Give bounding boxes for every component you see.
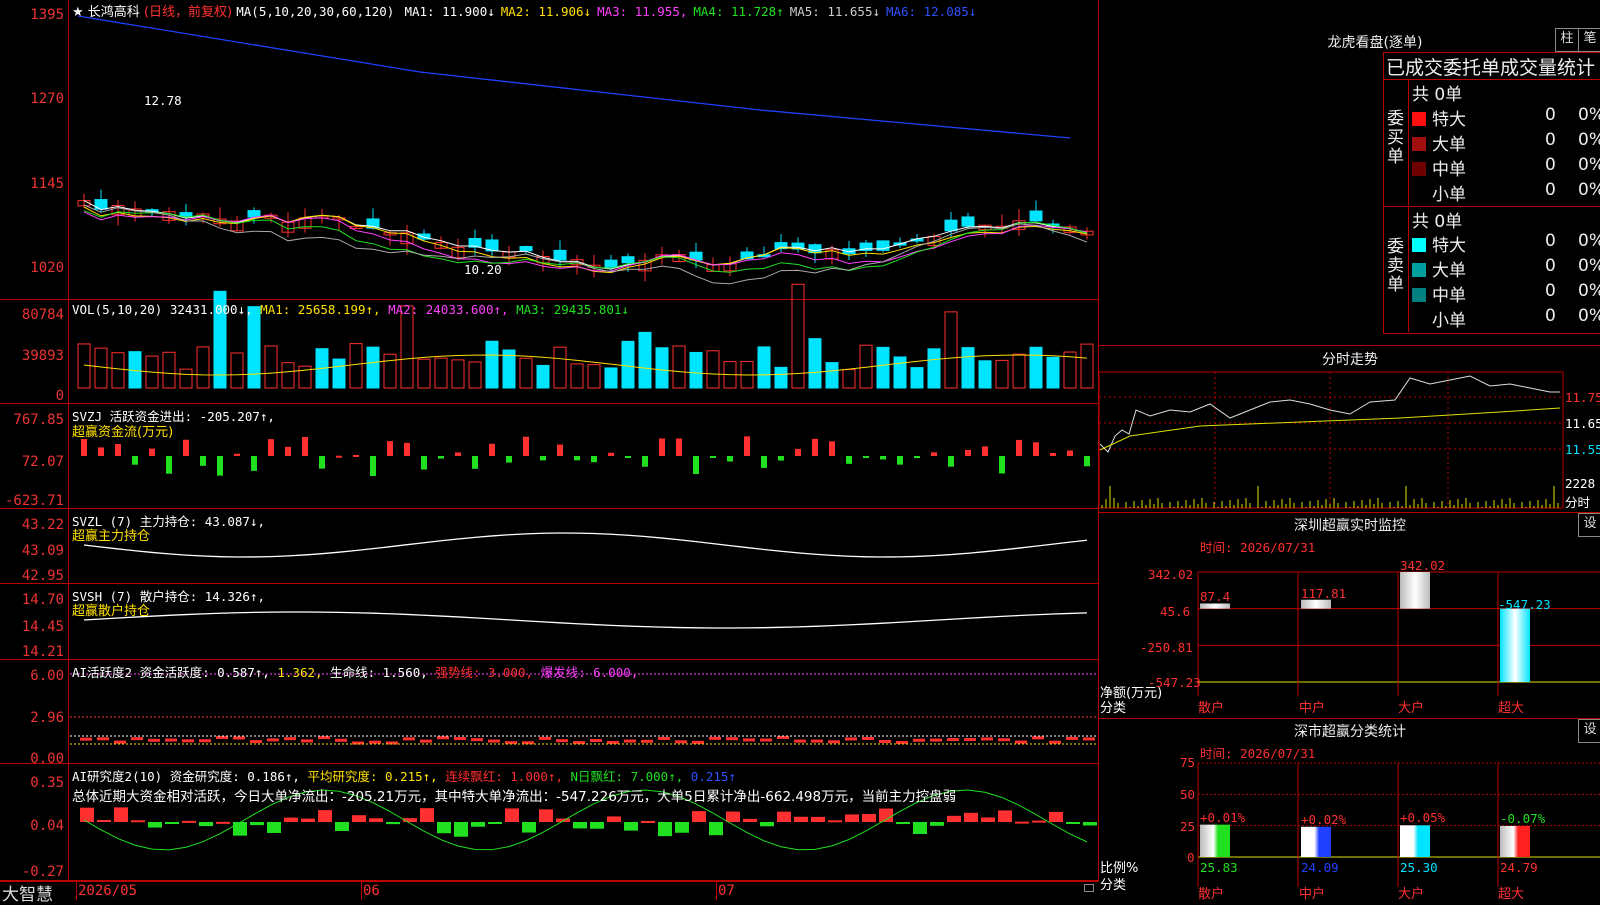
stats-change-label: +0.01% <box>1200 809 1246 825</box>
stats-category-label: 中户 <box>1299 887 1326 902</box>
stats-change-label: +0.02% <box>1301 811 1347 827</box>
stats-xlabel: 分类 <box>1100 878 1127 893</box>
monitor-category-label: 散户 <box>1198 701 1225 716</box>
monitor-value-label: 342.02 <box>1400 558 1446 573</box>
stats-category-label: 散户 <box>1198 887 1225 902</box>
stats-title: 深市超赢分类统计 <box>1294 724 1406 740</box>
stats-pct-label: 25.83 <box>1200 860 1238 875</box>
stats-pct-label: 25.30 <box>1400 860 1438 875</box>
stats-tick-1: 75 <box>1180 755 1196 770</box>
monitor-category-label: 超大 <box>1498 701 1525 716</box>
monitor-value-label: -547.23 <box>1498 596 1551 612</box>
monitor-tick-3: -250.81 <box>1140 640 1193 655</box>
stats-tick-4: 0 <box>1187 850 1195 865</box>
stats-time: 时间: 2026/07/31 <box>1200 746 1316 761</box>
stats-pct-label: 24.09 <box>1301 860 1339 875</box>
monitor-tick-1: 342.02 <box>1148 567 1194 582</box>
monitor-tick-2: 45.6 <box>1160 604 1191 619</box>
monitor-value-label: 117.81 <box>1301 585 1347 601</box>
monitor-title: 深圳超赢实时监控 <box>1294 518 1406 534</box>
stats-tick-2: 50 <box>1180 787 1196 802</box>
monitor-category-label: 中户 <box>1299 701 1326 716</box>
monitor-settings-button[interactable]: 设 <box>1578 513 1600 537</box>
monitor-value-label: 87.4 <box>1200 589 1231 605</box>
monitor-xlabel: 分类 <box>1100 701 1127 716</box>
stats-tick-3: 25 <box>1180 819 1196 834</box>
monitor-category-label: 大户 <box>1398 701 1425 716</box>
stats-category-label: 超大 <box>1498 887 1525 902</box>
stats-change-label: -0.07% <box>1500 810 1546 826</box>
monitor-time: 时间: 2026/07/31 <box>1200 540 1316 555</box>
stats-settings-button[interactable]: 设 <box>1578 719 1600 743</box>
stats-category-label: 大户 <box>1398 887 1425 902</box>
intraday-frame <box>1098 371 1564 509</box>
stats-change-label: +0.05% <box>1400 810 1446 826</box>
stats-pct-label: 24.79 <box>1500 860 1538 875</box>
